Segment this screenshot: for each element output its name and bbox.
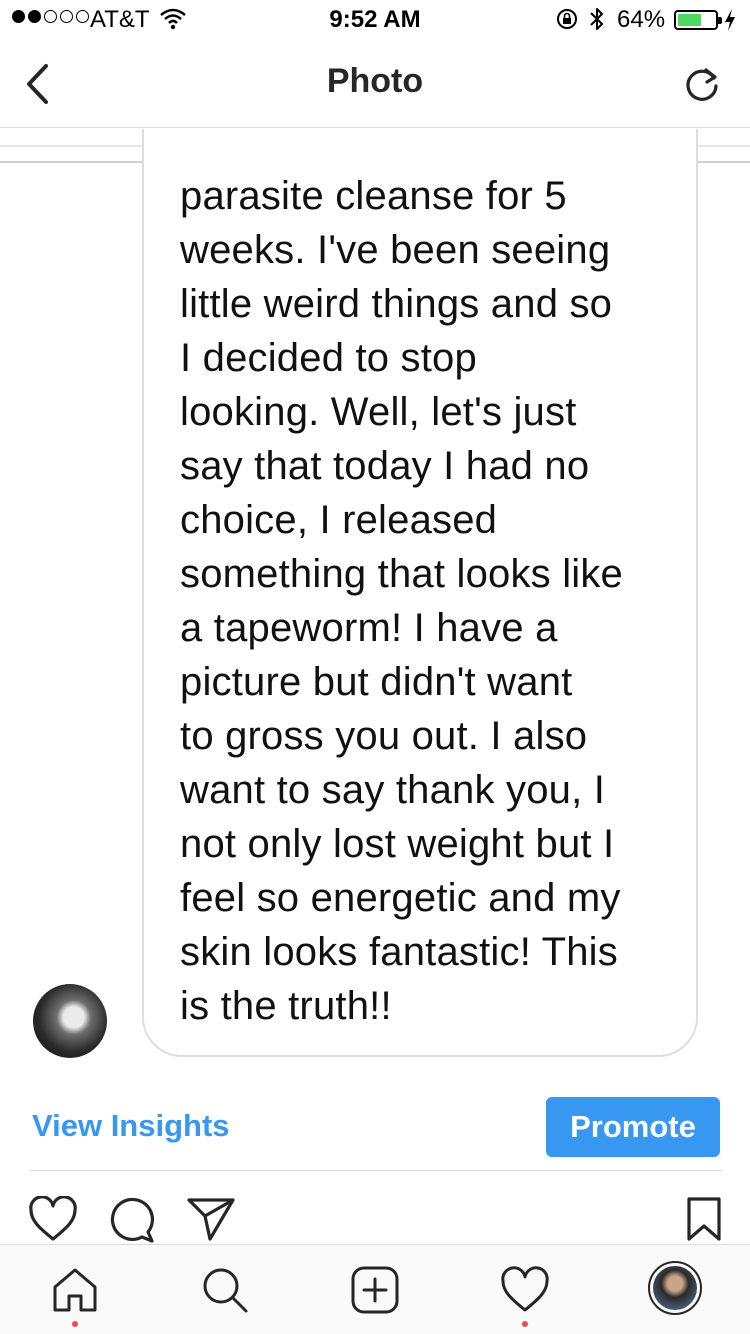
message-line: picture but didn't want [180,660,573,704]
message-line: a tapeworm! I have a [180,606,558,650]
message-line: parasite cleanse for 5 [180,174,567,218]
profile-avatar[interactable] [648,1261,702,1315]
tab-bar [0,1244,750,1334]
page-title: Photo [326,62,424,100]
message-line: say that today I had no [180,444,590,488]
message-line: weeks. I've been seeing [180,228,611,272]
divider [30,1170,722,1171]
message-line: looking. Well, let's just [180,390,577,434]
battery-percent: 64% [617,6,666,33]
post-photo[interactable]: parasite cleanse for 5 weeks. I've been … [0,129,750,1079]
new-post-icon[interactable] [350,1265,400,1315]
activity-heart-icon[interactable] [500,1265,550,1315]
refresh-icon[interactable] [682,64,722,104]
orientation-lock-icon [557,9,577,29]
message-line: something that looks like [180,552,624,596]
message-line: not only lost weight but I [180,822,615,866]
send-icon[interactable] [186,1196,236,1242]
message-line: skin looks fantastic! This [180,930,618,974]
home-notification-dot [72,1321,78,1327]
view-insights-link[interactable]: View Insights [32,1108,230,1144]
battery-icon [674,10,722,30]
status-bar: AT&T 9:52 AM 64% [0,0,750,40]
message-line: is the truth!! [180,984,392,1028]
message-line: to gross you out. I also [180,714,588,758]
heart-icon[interactable] [28,1196,78,1242]
message-line: little weird things and so [180,282,613,326]
message-line: I decided to stop [180,336,477,380]
message-line: want to say thank you, I [180,768,606,812]
avatar [653,1266,697,1310]
message-text: parasite cleanse for 5 weeks. I've been … [180,169,680,1033]
message-line: feel so energetic and my [180,876,621,920]
home-icon[interactable] [50,1265,100,1315]
bookmark-icon[interactable] [686,1196,722,1242]
activity-notification-dot [522,1321,528,1327]
charging-bolt-icon [725,9,735,31]
battery-level-fill [678,14,701,26]
comment-icon[interactable] [108,1196,156,1244]
nav-bar: Photo [0,40,750,128]
bluetooth-icon [590,8,603,30]
promote-button[interactable]: Promote [546,1097,720,1157]
sender-avatar [33,984,107,1058]
message-line: choice, I released [180,498,498,542]
search-icon[interactable] [200,1265,250,1315]
